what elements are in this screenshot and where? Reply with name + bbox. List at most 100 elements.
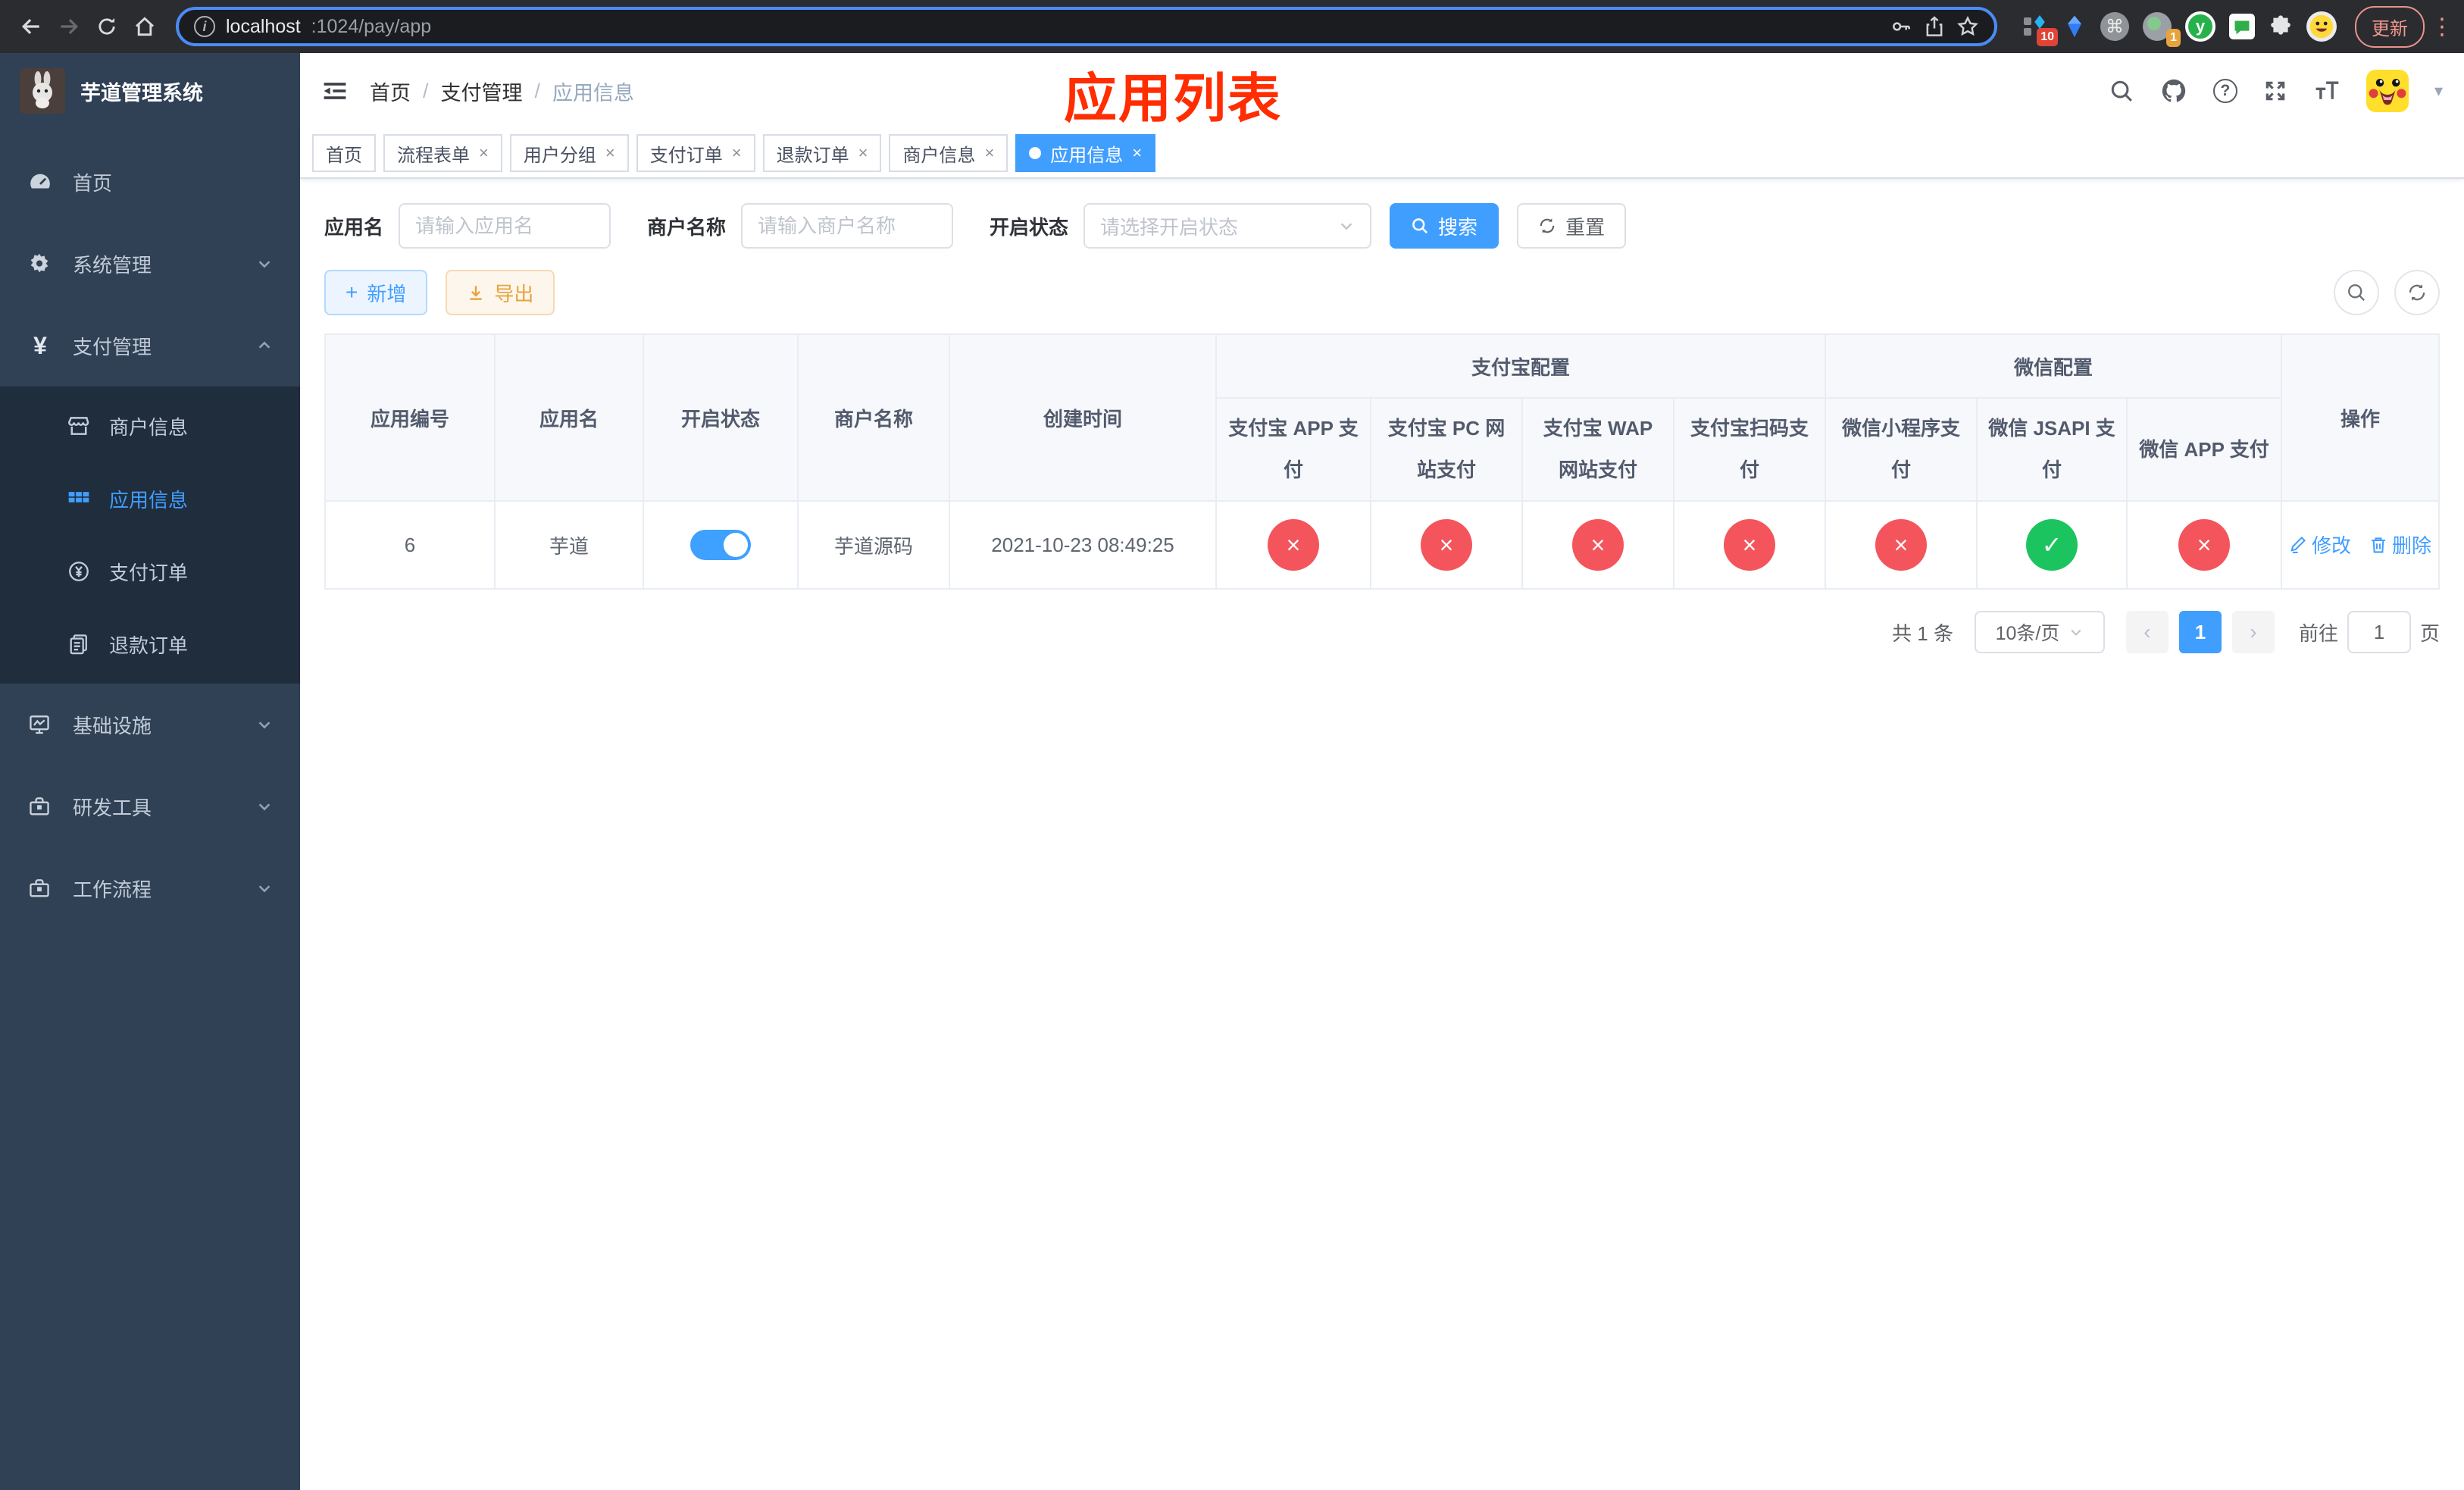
- page-size-select[interactable]: 10条/页: [1974, 611, 2105, 653]
- close-icon[interactable]: ×: [858, 145, 868, 161]
- sidebar-item-refund-order[interactable]: 退款订单: [0, 608, 300, 681]
- edit-link[interactable]: 修改: [2289, 531, 2351, 559]
- search-button[interactable]: 搜索: [1390, 203, 1499, 249]
- tab-refund-order[interactable]: 退款订单 ×: [762, 134, 882, 172]
- chevron-down-icon: [1338, 218, 1355, 234]
- col-app-name: 应用名: [494, 333, 644, 502]
- cell-alipay-wap: ×: [1521, 500, 1674, 590]
- profile-avatar-icon[interactable]: [2306, 11, 2337, 42]
- search-icon[interactable]: [2109, 78, 2134, 104]
- close-icon[interactable]: ×: [984, 145, 994, 161]
- reset-button[interactable]: 重置: [1517, 203, 1627, 249]
- user-avatar[interactable]: [2366, 70, 2409, 112]
- extension-gem-icon[interactable]: [2062, 14, 2087, 39]
- sidebar-item-pay[interactable]: ¥ 支付管理: [0, 305, 300, 387]
- status-select[interactable]: 请选择开启状态: [1083, 203, 1372, 249]
- refresh-table-button[interactable]: [2394, 270, 2440, 315]
- goto-page-input[interactable]: [2347, 611, 2411, 653]
- yen-circle-icon: [67, 559, 91, 584]
- document-icon: [67, 632, 91, 656]
- extension-recorder-icon[interactable]: 1: [2143, 12, 2181, 47]
- cross-circle-icon: ×: [1724, 519, 1775, 571]
- site-info-icon[interactable]: i: [194, 16, 215, 37]
- github-icon[interactable]: [2160, 77, 2187, 105]
- check-circle-icon: ✓: [2026, 519, 2078, 571]
- close-icon[interactable]: ×: [479, 145, 489, 161]
- sidebar-item-app-info[interactable]: 应用信息: [0, 462, 300, 535]
- reload-icon[interactable]: [88, 8, 126, 45]
- next-page-button[interactable]: ›: [2231, 611, 2275, 653]
- enabled-toggle[interactable]: [690, 530, 751, 560]
- prev-page-button[interactable]: ‹: [2125, 611, 2169, 653]
- chevron-down-icon: [256, 255, 273, 272]
- sidebar-item-devtools[interactable]: 研发工具: [0, 765, 300, 847]
- tab-home[interactable]: 首页: [312, 134, 376, 172]
- cell-actions: 修改 删除: [2281, 500, 2440, 590]
- sidebar-item-system[interactable]: 系统管理: [0, 223, 300, 305]
- tab-process-form[interactable]: 流程表单 ×: [383, 134, 502, 172]
- tab-user-group[interactable]: 用户分组 ×: [509, 134, 629, 172]
- fullscreen-icon[interactable]: [2263, 79, 2287, 103]
- font-size-icon[interactable]: [2313, 80, 2340, 102]
- sidebar-item-label: 支付管理: [73, 335, 152, 358]
- col-app-id: 应用编号: [324, 333, 496, 502]
- chevron-down-icon: [256, 798, 273, 815]
- url-path: :1024/pay/app: [311, 15, 432, 37]
- cross-circle-icon: ×: [1875, 519, 1928, 571]
- add-button[interactable]: + 新增: [324, 270, 428, 315]
- cell-wechat-app: ×: [2126, 500, 2283, 590]
- breadcrumb-pay[interactable]: 支付管理: [441, 77, 523, 106]
- extensions-puzzle-icon[interactable]: [2269, 14, 2293, 39]
- sidebar-item-infra[interactable]: 基础设施: [0, 684, 300, 765]
- sidebar-item-label: 退款订单: [109, 634, 189, 657]
- app-logo[interactable]: 芋道管理系统: [0, 53, 300, 129]
- sidebar-item-pay-order[interactable]: 支付订单: [0, 535, 300, 608]
- share-icon[interactable]: [1923, 15, 1946, 38]
- extension-y-icon[interactable]: y: [2185, 11, 2215, 42]
- breadcrumb-home[interactable]: 首页: [370, 77, 411, 106]
- refresh-icon: [2409, 284, 2425, 301]
- col-alipay-app: 支付宝 APP 支付: [1215, 397, 1371, 502]
- close-icon[interactable]: ×: [605, 145, 615, 161]
- col-wechat-app: 微信 APP 支付: [2126, 397, 2283, 502]
- tab-pay-order[interactable]: 支付订单 ×: [636, 134, 755, 172]
- sidebar-item-workflow[interactable]: 工作流程: [0, 847, 300, 929]
- page-number-button[interactable]: 1: [2178, 611, 2222, 653]
- total-count: 共 1 条: [1892, 621, 1953, 645]
- collapse-sidebar-icon[interactable]: [321, 77, 349, 105]
- bookmark-star-icon[interactable]: [1956, 15, 1979, 38]
- tab-app-info[interactable]: 应用信息 ×: [1015, 134, 1156, 172]
- extension-blocks-icon[interactable]: 10: [2022, 13, 2058, 46]
- sidebar-item-merchant-info[interactable]: 商户信息: [0, 390, 300, 462]
- browser-menu-icon[interactable]: ⋮: [2431, 14, 2453, 40]
- filter-form: 应用名 商户名称 开启状态 请选择开启状态 搜索: [324, 203, 2440, 249]
- cell-alipay-app: ×: [1215, 500, 1371, 590]
- delete-link[interactable]: 删除: [2369, 531, 2431, 559]
- chevron-down-icon: [256, 880, 273, 897]
- update-button[interactable]: 更新: [2355, 5, 2425, 48]
- app-name-input[interactable]: [399, 203, 611, 249]
- briefcase-icon: [27, 876, 53, 900]
- extension-chat-icon[interactable]: [2229, 14, 2255, 39]
- caret-down-icon[interactable]: ▾: [2434, 81, 2443, 101]
- chevron-down-icon: [2068, 624, 2084, 640]
- help-icon[interactable]: ?: [2212, 79, 2237, 103]
- export-button[interactable]: 导出: [446, 270, 555, 315]
- close-icon[interactable]: ×: [1132, 145, 1142, 161]
- back-icon[interactable]: [12, 8, 50, 45]
- sidebar-item-label: 基础设施: [73, 714, 152, 737]
- toggle-search-button[interactable]: [2334, 270, 2379, 315]
- home-icon[interactable]: [126, 8, 164, 45]
- url-bar[interactable]: i localhost :1024/pay/app: [176, 7, 1997, 46]
- extension-command-icon[interactable]: ⌘: [2100, 12, 2129, 41]
- password-key-icon[interactable]: [1890, 15, 1912, 38]
- close-icon[interactable]: ×: [732, 145, 742, 161]
- sidebar-item-home[interactable]: 首页: [0, 141, 300, 223]
- sidebar-item-label: 商户信息: [109, 415, 189, 439]
- tab-merchant-info[interactable]: 商户信息 ×: [889, 134, 1008, 172]
- browser-toolbar: i localhost :1024/pay/app 10 ⌘ 1 y 更新 ⋮: [0, 0, 2464, 53]
- merchant-name-input[interactable]: [741, 203, 954, 249]
- cross-circle-icon: ×: [1421, 519, 1472, 571]
- breadcrumb-current: 应用信息: [552, 81, 635, 105]
- cross-circle-icon: ×: [1268, 519, 1319, 571]
